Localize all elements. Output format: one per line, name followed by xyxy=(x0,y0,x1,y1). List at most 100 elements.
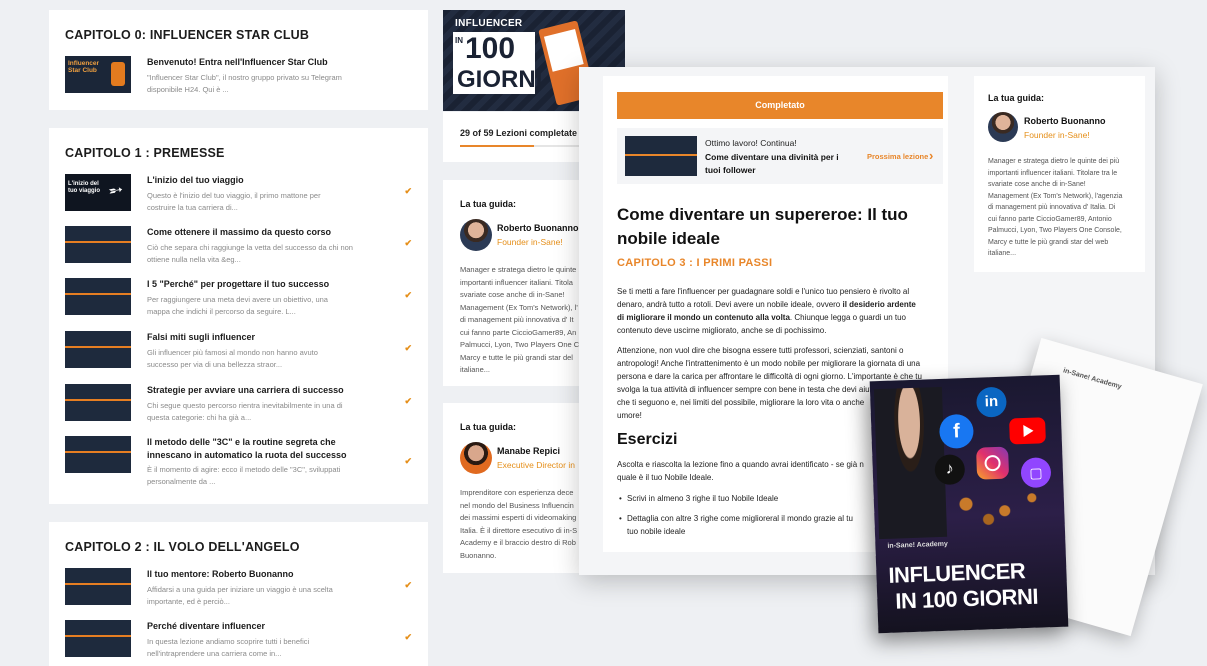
lesson-desc: mappa che indichi il percorso da seguire… xyxy=(147,307,296,316)
lesson-desc: Questo è l'inizio del tuo viaggio, il pr… xyxy=(147,191,321,200)
hero-in: IN xyxy=(455,36,463,45)
progress-label: 29 of 59 Lezioni completate xyxy=(460,128,578,138)
chevron-right-icon[interactable]: › xyxy=(929,148,933,163)
bio-line: dei massimi esperti di videomaking xyxy=(460,513,577,522)
bio-line: Marcy e tutte le più grandi star del xyxy=(460,352,573,362)
lesson-thumbnail xyxy=(65,620,131,657)
check-icon: ✔ xyxy=(404,456,412,466)
lesson-item[interactable]: Come ottenere il massimo da questo corso… xyxy=(65,226,412,274)
lesson-desc: Affidarsi a una guida per iniziare un vi… xyxy=(147,585,333,594)
text-line: Ascolta e riascolta la lezione fino a qu… xyxy=(617,460,864,469)
thumb-label: Influencer Star Club xyxy=(68,60,100,74)
facebook-icon: f xyxy=(938,413,975,449)
lesson-thumbnail: L'inizio del tuo viaggio ➶ xyxy=(65,174,131,211)
lesson-desc: "Influencer Star Club", il nostro gruppo… xyxy=(147,73,342,82)
lesson-title[interactable]: Come ottenere il massimo da questo corso xyxy=(147,226,331,238)
lesson-title[interactable]: Falsi miti sugli influencer xyxy=(147,331,255,343)
chapter-title: CAPITOLO 2 : IL VOLO DELL'ANGELO xyxy=(65,540,300,554)
lesson-title[interactable]: L'inizio del tuo viaggio xyxy=(147,174,244,186)
next-lesson-title-2[interactable]: tuoi follower xyxy=(705,165,756,175)
lesson-title-2: nobile ideale xyxy=(617,229,720,248)
text-line: Dettaglia con altre 3 righe come miglior… xyxy=(627,514,853,523)
lesson-item[interactable]: Perché diventare influencer In questa le… xyxy=(65,620,412,666)
bio-line: Manager e stratega dietro le quinte xyxy=(460,265,577,274)
lesson-thumbnail xyxy=(65,436,131,473)
hero-giorni: GIORNI xyxy=(457,66,543,93)
bio-line: svariate cose anche di in-Sane! xyxy=(460,290,565,299)
lesson-title[interactable]: I 5 "Perché" per progettare il tuo succe… xyxy=(147,278,329,290)
lesson-title[interactable]: Il metodo delle "3C" e la routine segret… xyxy=(147,436,336,448)
lesson-thumbnail xyxy=(65,568,131,605)
bio-line: italiane... xyxy=(460,365,491,374)
exercise-bullet: • Scrivi in almeno 3 righe il tuo Nobile… xyxy=(619,492,779,505)
lesson-desc: successo per via di una bellezza straor.… xyxy=(147,360,283,369)
lesson-item[interactable]: Il metodo delle "3C" e la routine segret… xyxy=(65,436,412,496)
next-lesson-box[interactable]: Ottimo lavoro! Continua! Come diventare … xyxy=(617,128,943,184)
bio-line: Management (Ex Tom's Network), l' xyxy=(460,302,578,312)
text-line: . Chiunque legga o guardi un tuo xyxy=(789,313,906,322)
guide-bio: Manager e stratega dietro le quinte dei … xyxy=(988,156,1122,260)
bio-line: di management più innovativa d' Italia. … xyxy=(988,204,1116,211)
guide-header: La tua guida: xyxy=(460,199,516,209)
avatar xyxy=(988,112,1018,142)
lesson-item[interactable]: Falsi miti sugli influencer Gli influenc… xyxy=(65,331,412,379)
lesson-desc: importante, ed è perciò... xyxy=(147,597,230,606)
lesson-title[interactable]: Strategie per avviare una carriera di su… xyxy=(147,384,344,396)
chapter-1-card: CAPITOLO 1 : PREMESSE L'inizio del tuo v… xyxy=(49,128,428,504)
instagram-icon xyxy=(976,446,1010,480)
lesson-desc: ottiene nulla nella vita &eg... xyxy=(147,255,241,264)
lesson-thumbnail xyxy=(65,226,131,263)
book-cover: in f ♪ ▢ in-Sane! Academy INFLUENCER IN … xyxy=(869,374,1069,634)
lesson-desc: In questa lezione andiamo scoprire tutti… xyxy=(147,637,310,646)
phone-image xyxy=(111,62,125,86)
lesson-item[interactable]: L'inizio del tuo viaggio ➶ L'inizio del … xyxy=(65,174,412,222)
bio-line: importanti influencer italiani. Titola xyxy=(460,277,573,287)
bio-line: nel mondo del Business Influencin xyxy=(460,500,574,510)
bio-line: Marcy e tutte le più grandi star del web xyxy=(988,238,1109,246)
lesson-desc: Chi segue questo percorso rientra inevit… xyxy=(147,401,343,410)
lesson-desc: nell'intraprendere una carriera come in.… xyxy=(147,649,282,658)
lesson-paragraph-1: Se ti metti a fare l'influencer per guad… xyxy=(617,285,916,337)
avatar xyxy=(460,219,492,251)
next-lesson-thumbnail xyxy=(625,136,697,176)
hero-line1: INFLUENCER xyxy=(455,18,523,29)
chapter-0-card: CAPITOLO 0: INFLUENCER STAR CLUB Influen… xyxy=(49,10,428,110)
guide-role: Founder in-Sane! xyxy=(1024,130,1090,140)
lesson-desc: questa categorie: chi ha già a... xyxy=(147,413,252,422)
lesson-desc: Gli influencer più famosi al mondo non h… xyxy=(147,348,318,357)
rocket-icon: ➶ xyxy=(103,177,128,203)
bio-line: Imprenditore con esperienza dece xyxy=(460,488,574,497)
lesson-title[interactable]: Benvenuto! Entra nell'Influencer Star Cl… xyxy=(147,56,328,68)
guide-name: Roberto Buonanno xyxy=(1024,116,1106,126)
guide-header: La tua guida: xyxy=(988,93,1044,103)
bullet-icon: • xyxy=(619,494,622,503)
bold-text: di migliorare il mondo un contenuto alla… xyxy=(617,313,790,322)
next-lesson-title[interactable]: Come diventare una divinità per i xyxy=(705,152,839,162)
bio-line: Palmucci, Lyon, Two Players One Console, xyxy=(988,227,1122,234)
thumb-label: L'inizio del tuo viaggio xyxy=(68,181,100,194)
lesson-title[interactable]: Perché diventare influencer xyxy=(147,620,265,632)
completed-button[interactable]: Completato xyxy=(617,92,943,119)
chapter-title: CAPITOLO 0: INFLUENCER STAR CLUB xyxy=(65,28,310,42)
lesson-item[interactable]: Influencer Star Club Benvenuto! Entra ne… xyxy=(65,56,412,104)
lesson-desc: disponibile H24. Qui è ... xyxy=(147,85,229,94)
check-icon: ✔ xyxy=(404,290,412,300)
linkedin-icon: in xyxy=(975,386,1007,418)
guide-bio: Manager e stratega dietro le quinte impo… xyxy=(460,264,579,377)
lesson-item[interactable]: Strategie per avviare una carriera di su… xyxy=(65,384,412,432)
next-lesson-link[interactable]: Prossima lezione xyxy=(867,152,928,161)
lesson-title[interactable]: Il tuo mentore: Roberto Buonanno xyxy=(147,568,294,580)
text-line: Attenzione, non vuol dire che bisogna es… xyxy=(617,346,904,355)
bio-line: di management più innovativa d' It xyxy=(460,315,574,324)
lesson-title-line2[interactable]: innescano in automatico la ruota del suc… xyxy=(147,449,347,461)
lesson-item[interactable]: I 5 "Perché" per progettare il tuo succe… xyxy=(65,278,412,326)
text-line: Scrivi in almeno 3 righe il tuo Nobile I… xyxy=(627,494,779,503)
text-line: contenuto deve uscirne migliorato, anche… xyxy=(617,326,827,335)
check-icon: ✔ xyxy=(404,186,412,196)
check-icon: ✔ xyxy=(404,343,412,353)
bio-line: Manager e stratega dietro le quinte dei … xyxy=(988,158,1120,165)
bio-line: svariate cose anche di in-Sane! xyxy=(988,181,1086,188)
lesson-item[interactable]: Il tuo mentore: Roberto Buonanno Affidar… xyxy=(65,568,412,616)
text-line: tuo nobile ideale xyxy=(627,527,686,536)
guide-name: Roberto Buonanno xyxy=(497,223,579,233)
